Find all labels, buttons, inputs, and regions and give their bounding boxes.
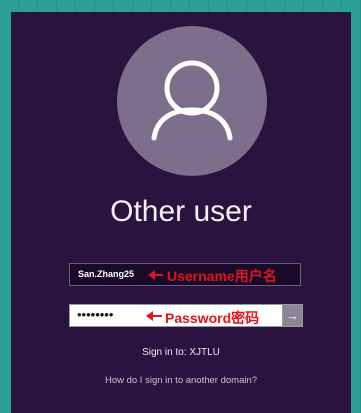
another-domain-link[interactable]: How do I sign in to another domain? [11,375,351,386]
password-masked-value: •••••••• [77,307,114,322]
password-annotation: Password密码 [165,310,260,326]
username-value: San.Zhang25 [78,269,135,279]
sign-in-domain-text: Sign in to: XJTLU [142,347,220,358]
login-panel: Other user San.Zhang25 Username用户名 •••••… [11,12,351,413]
arrow-right-icon: → [286,308,299,323]
username-arrow-icon [148,270,163,280]
username-annotation: Username用户名 [167,268,277,284]
submit-button[interactable]: → [283,304,303,327]
user-avatar [117,26,267,176]
password-arrow-icon [146,311,162,321]
user-name-heading: Other user [110,195,252,228]
user-silhouette-icon [151,60,233,141]
